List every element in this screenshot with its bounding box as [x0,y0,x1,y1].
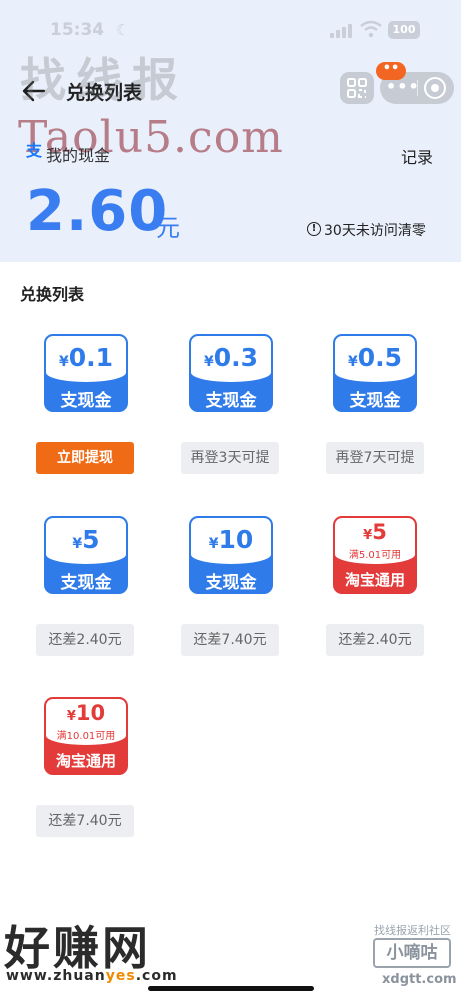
expire-note: 30天未访问清零 [324,223,426,239]
watermark-site: xdgtt.com [382,972,457,987]
notification-badge: •• [376,62,406,80]
watermark-text: 找线报 [20,53,188,107]
watermark-badge: 小嘀咕 [373,938,451,968]
exchange-status: 再登3天可提 [181,442,279,474]
info-icon: ! [307,222,321,236]
exchange-card[interactable]: ¥5 支现金 [44,516,128,594]
cash-label: 我的现金 [46,146,111,165]
card-amount: ¥0.3 [203,343,259,372]
status-time: 15:34 [50,20,105,40]
exchange-status: 还差7.40元 [36,805,134,837]
record-link[interactable]: 记录 [401,144,433,168]
card-name: 支现金 [60,573,112,593]
card-amount: ¥0.1 [58,343,114,372]
card-amount: ¥10 [208,525,254,554]
section-title: 兑换列表 [20,285,85,304]
wifi-icon [360,20,382,38]
card-amount: ¥5 [363,520,387,544]
exchange-status: 还差2.40元 [36,624,134,656]
battery-indicator: 100 [388,21,420,39]
card-condition: 满10.01可用 [56,731,116,742]
signal-icon [330,24,352,38]
exchange-status: 还差2.40元 [326,624,424,656]
withdraw-button[interactable]: 立即提现 [36,442,134,474]
exchange-card[interactable]: ¥0.5 支现金 [333,334,417,412]
home-indicator [148,986,314,991]
more-icon[interactable]: ••• [386,79,419,96]
card-name: 支现金 [60,391,112,411]
card-amount: ¥5 [72,525,100,554]
cash-amount: 2.60 [26,179,169,244]
card-condition: 满5.01可用 [348,550,402,561]
card-name: 淘宝通用 [55,752,116,770]
watermark-community: 找线报返利社区 [374,924,451,937]
moon-icon: ☾ [116,21,130,39]
zhifubao-icon: 支 [26,141,43,160]
watermark-url-bottom: www.zhuanyes.com [6,968,178,984]
card-name: 支现金 [205,573,257,593]
card-amount: ¥0.5 [347,343,403,372]
card-amount: ¥10 [66,701,106,725]
exchange-card[interactable]: ¥10 支现金 [189,516,273,594]
qr-scan-icon[interactable] [340,72,374,104]
exchange-status: 还差7.40元 [181,624,279,656]
card-name: 支现金 [349,391,401,411]
exchange-card[interactable]: ¥0.3 支现金 [189,334,273,412]
exchange-card[interactable]: ¥10 满10.01可用淘宝通用 [44,697,128,775]
exchange-card[interactable]: ¥0.1 支现金 [44,334,128,412]
close-target-icon[interactable] [424,77,446,99]
exchange-status: 再登7天可提 [326,442,424,474]
card-name: 淘宝通用 [344,571,405,589]
cash-unit: 元 [156,214,180,242]
exchange-card[interactable]: ¥5 满5.01可用淘宝通用 [333,516,417,594]
card-name: 支现金 [205,391,257,411]
